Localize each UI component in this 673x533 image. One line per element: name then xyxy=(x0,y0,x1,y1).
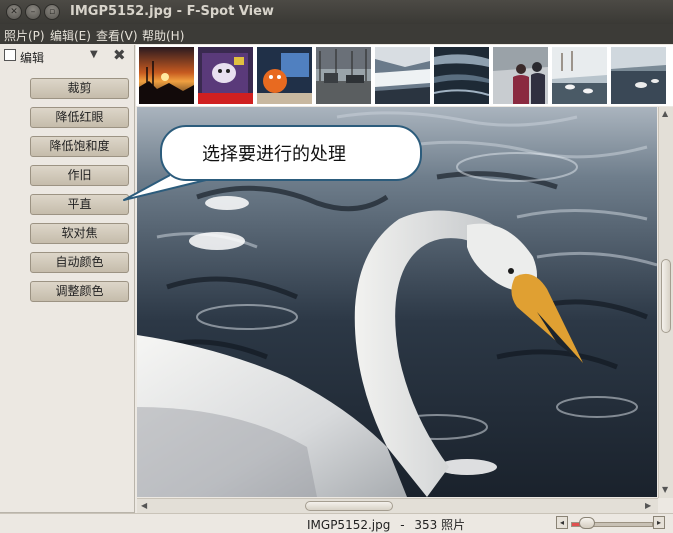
horizontal-scroll-thumb[interactable] xyxy=(305,501,393,511)
status-photo-count: 353 照片 xyxy=(414,518,466,532)
scroll-right-icon[interactable]: ▶ xyxy=(645,501,651,510)
status-filename: IMGP5152.jpg xyxy=(307,518,391,532)
menu-photo[interactable]: 照片(P) xyxy=(4,27,45,44)
swans-bank-thumb[interactable] xyxy=(552,47,607,104)
chevron-down-icon[interactable]: ▼ xyxy=(90,49,98,60)
sunset-thumb[interactable] xyxy=(139,47,194,104)
zoom-out-button[interactable]: ◂ xyxy=(556,516,568,529)
horizontal-scrollbar[interactable]: ◀ ▶ xyxy=(137,498,658,513)
window-controls: ✕ – ▫ xyxy=(6,4,62,20)
desaturate-button[interactable]: 降低饱和度 xyxy=(30,136,129,157)
toy-thumb[interactable] xyxy=(257,47,312,104)
window-title: IMGP5152.jpg - F-Spot View xyxy=(70,4,274,19)
straighten-button[interactable]: 平直 xyxy=(30,194,129,215)
menu-bar: 照片(P) 编辑(E) 查看(V) 帮助(H) xyxy=(0,24,673,44)
filmstrip xyxy=(136,45,673,106)
close-window-button[interactable]: ✕ xyxy=(6,4,22,20)
zoom-slider-handle[interactable] xyxy=(579,517,595,529)
status-separator: - xyxy=(400,518,405,532)
close-icon[interactable]: ✖ xyxy=(113,46,126,64)
status-bar: IMGP5152.jpg - 353 照片 ◂ ▸ xyxy=(0,513,673,533)
soft-focus-button[interactable]: 软对焦 xyxy=(30,223,129,244)
snow-water-thumb[interactable] xyxy=(375,47,430,104)
menu-help[interactable]: 帮助(H) xyxy=(142,27,184,44)
sepia-button[interactable]: 作旧 xyxy=(30,165,129,186)
menu-edit[interactable]: 编辑(E) xyxy=(50,27,91,44)
edit-icon xyxy=(4,49,16,61)
vertical-scrollbar[interactable]: ▲ ▼ xyxy=(658,107,673,498)
zoom-in-button[interactable]: ▸ xyxy=(653,516,665,529)
people-thumb[interactable] xyxy=(493,47,548,104)
scroll-up-icon[interactable]: ▲ xyxy=(662,109,668,118)
maximize-window-button[interactable]: ▫ xyxy=(44,4,60,20)
crop-button[interactable]: 裁剪 xyxy=(30,78,129,99)
edit-sidebar: 编辑 ▼ ✖ 裁剪 降低红眼 降低饱和度 作旧 平直 软对焦 自动颜色 调整颜色 xyxy=(0,45,135,513)
menu-view[interactable]: 查看(V) xyxy=(96,27,138,44)
vertical-scroll-thumb[interactable] xyxy=(661,259,671,333)
river-thumb[interactable] xyxy=(434,47,489,104)
status-info: IMGP5152.jpg - 353 照片 xyxy=(307,516,465,533)
callout-text: 选择要进行的处理 xyxy=(202,144,346,165)
scroll-left-icon[interactable]: ◀ xyxy=(141,501,147,510)
title-bar: ✕ – ▫ IMGP5152.jpg - F-Spot View xyxy=(0,0,673,24)
adjust-color-button[interactable]: 调整颜色 xyxy=(30,281,129,302)
sidebar-header: 编辑 ▼ ✖ xyxy=(0,45,134,67)
minimize-window-button[interactable]: – xyxy=(25,4,41,20)
scroll-down-icon[interactable]: ▼ xyxy=(662,485,668,494)
lake-thumb[interactable] xyxy=(611,47,666,104)
cartoon-thumb[interactable] xyxy=(198,47,253,104)
street-thumb[interactable] xyxy=(316,47,371,104)
auto-color-button[interactable]: 自动颜色 xyxy=(30,252,129,273)
sidebar-title: 编辑 xyxy=(20,51,45,65)
red-eye-button[interactable]: 降低红眼 xyxy=(30,107,129,128)
